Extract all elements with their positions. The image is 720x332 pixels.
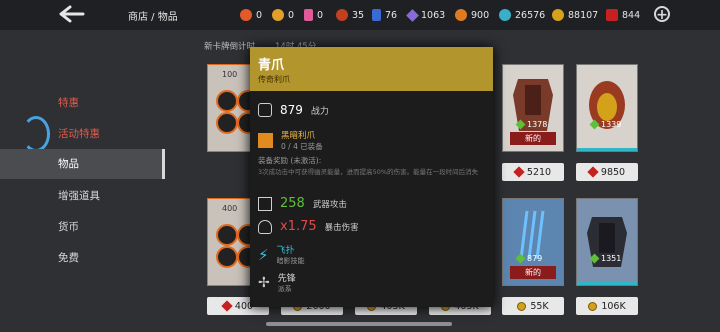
level-gem-icon [515,119,526,130]
power-label: 战力 [310,106,329,117]
ruby-icon [513,166,525,178]
price-button[interactable]: 55K [502,297,564,315]
crit-value: x1.75 [280,219,317,234]
power-icon [258,103,272,117]
progress-bar [577,282,637,285]
card-item[interactable]: 1351 [576,198,638,286]
currency-medal[interactable]: 0 [240,7,262,23]
sidebar-item-free[interactable]: 免费 [0,243,165,273]
attack-value: 258 [280,196,305,211]
clan-icon: ✢ [258,274,270,291]
orb-icon [336,9,348,21]
card-item[interactable]: 879 新的 [502,198,564,286]
item-subtitle: 传奇利爪 [258,75,290,84]
crit-label: 暴击伤害 [324,222,359,233]
set-name: 黑暗利爪 [281,131,316,141]
medal-icon [240,9,252,21]
level-gem-icon [589,119,600,130]
clan-desc: 派系 [277,285,292,293]
scroll-icon [372,9,381,21]
flower-icon [455,9,467,21]
coin-icon [588,301,598,311]
new-badge: 新的 [510,132,556,145]
currency-diamond[interactable]: 1063 [406,7,445,23]
level-gem-icon [515,253,526,264]
currency-gold-medal[interactable]: 0 [272,7,294,23]
set-bonus-desc: 3次成功击中可获得幽灵能量，进而提高50%的伤害。能量在一段时间后消失 [258,168,479,176]
clan-name: 先锋 [277,274,296,284]
price-button[interactable]: 5210 [502,163,564,181]
back-arrow-icon[interactable] [58,4,86,24]
horizontal-scrollbar[interactable] [266,322,452,326]
progress-bar [577,148,637,151]
attack-label: 武器攻击 [312,199,347,210]
popup-header: 青爪 传奇利爪 [250,47,493,91]
currency-flower[interactable]: 900 [455,7,489,23]
sidebar-item-event-deals[interactable]: 活动特惠 [0,119,165,149]
timer-label: 新卡牌倒计时 [204,42,256,52]
lightning-icon: ⚡ [258,245,269,264]
skill-desc: 暗影技能 [276,257,305,265]
currency-card[interactable]: 0 [304,7,323,23]
add-currency-button[interactable]: + [654,6,670,23]
price-button[interactable]: 9850 [576,163,638,181]
sidebar: 特惠 活动特惠 物品 增强道具 货币 免费 [0,30,165,332]
level-gem-icon [589,253,600,264]
sidebar-item-currency[interactable]: 货币 [0,212,165,242]
currency-ruby[interactable]: 844 [606,7,640,23]
item-detail-popup: 青爪 传奇利爪 879 战力 黑暗利爪 0 / 4 已装备 装备奖励 (未激活)… [250,47,493,307]
ruby-icon [606,9,618,21]
item-title: 青爪 [258,58,285,73]
currency-scroll[interactable]: 76 [372,7,397,23]
sidebar-item-enhancements[interactable]: 增强道具 [0,181,165,211]
attack-icon [258,196,272,211]
set-count: 0 / 4 已装备 [281,142,323,151]
gold-medal-icon [272,9,284,21]
coin-icon [552,9,564,21]
ruby-icon [221,300,233,312]
price-button[interactable]: 106K [576,297,638,315]
set-bonus-label: 装备奖励 (未激活): [258,156,322,165]
diamond-icon [406,8,419,22]
skill-name: 飞扑 [276,246,295,256]
power-value: 879 [280,103,303,117]
currency-coin[interactable]: 88107 [552,7,598,23]
set-icon [258,133,273,148]
sidebar-item-items[interactable]: 物品 [0,149,165,179]
card-icon [304,9,313,21]
sidebar-item-deals[interactable]: 特惠 [0,88,165,118]
spiral-icon [499,9,511,21]
currency-orb[interactable]: 35 [336,7,364,23]
coin-icon [517,301,527,311]
top-bar: 商店 / 物品 0 0 0 35 76 1063 900 26576 88107… [0,0,720,30]
new-badge: 新的 [510,266,556,279]
breadcrumb: 商店 / 物品 [128,12,178,23]
card-item[interactable]: 1339 [576,64,638,152]
currency-spiral[interactable]: 26576 [499,7,545,23]
ruby-icon [587,166,599,178]
card-item[interactable]: 1378 新的 [502,64,564,152]
crit-icon [258,219,272,234]
